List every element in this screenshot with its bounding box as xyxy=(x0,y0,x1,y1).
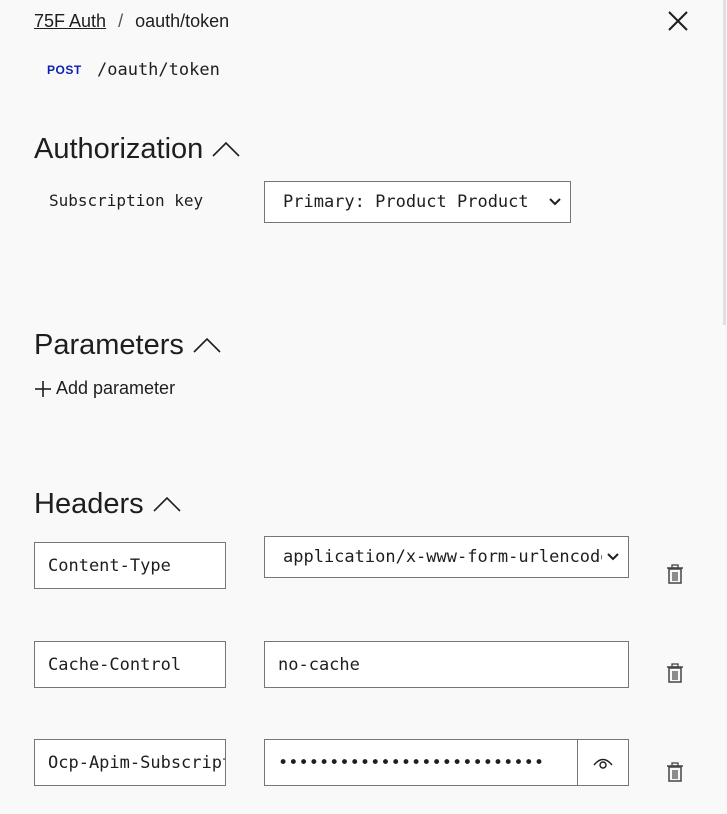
request-line: POST /oauth/token xyxy=(47,60,220,80)
plus-icon xyxy=(35,380,51,397)
add-parameter-button[interactable]: Add parameter xyxy=(34,378,175,399)
add-parameter-label: Add parameter xyxy=(56,378,176,398)
chevron-down-icon xyxy=(549,198,561,206)
header-name-value: Ocp-Apim-Subscription-Key xyxy=(48,752,225,773)
scrollbar[interactable] xyxy=(723,0,726,325)
subscription-key-label: Subscription key xyxy=(49,191,204,210)
chevron-up-icon xyxy=(211,133,241,166)
chevron-up-icon xyxy=(152,488,182,521)
chevron-up-icon xyxy=(192,329,222,362)
http-method-badge: POST xyxy=(47,63,82,77)
show-value-button[interactable] xyxy=(577,740,628,785)
breadcrumb: 75F Auth / oauth/token xyxy=(34,8,229,34)
header-name-value: Cache-Control xyxy=(48,654,182,675)
delete-header-button[interactable] xyxy=(666,762,684,782)
delete-header-button[interactable] xyxy=(666,663,684,683)
authorization-section-toggle[interactable]: Authorization xyxy=(34,133,241,166)
eye-icon xyxy=(593,758,613,769)
trash-icon xyxy=(667,762,683,782)
headers-section-toggle[interactable]: Headers xyxy=(34,488,182,521)
subscription-key-value: Primary: Product Product xyxy=(283,192,529,212)
subscription-key-select[interactable]: Primary: Product Product xyxy=(264,181,571,223)
breadcrumb-separator: / xyxy=(118,10,124,31)
close-button[interactable] xyxy=(664,7,692,35)
breadcrumb-current: oauth/token xyxy=(135,10,230,31)
header-value-select[interactable]: application/x-www-form-urlencoded xyxy=(264,536,629,578)
close-icon xyxy=(668,11,688,31)
trash-icon xyxy=(667,663,683,683)
parameters-title: Parameters xyxy=(34,329,184,361)
trash-icon xyxy=(667,564,683,584)
header-value-text: •••••••••••••••••••••••••• xyxy=(278,752,545,773)
header-name-input[interactable]: Ocp-Apim-Subscription-Key xyxy=(34,739,226,786)
header-name-input[interactable]: Content-Type xyxy=(34,542,226,589)
header-value-text: no-cache xyxy=(278,654,360,675)
breadcrumb-parent-link[interactable]: 75F Auth xyxy=(34,11,106,32)
chevron-down-icon xyxy=(607,553,619,561)
header-name-input[interactable]: Cache-Control xyxy=(34,641,226,688)
delete-header-button[interactable] xyxy=(666,564,684,584)
header-value-input[interactable]: no-cache xyxy=(264,641,629,688)
header-value-password-input[interactable]: •••••••••••••••••••••••••• xyxy=(264,739,629,786)
request-path: /oauth/token xyxy=(97,60,220,80)
header-value-text: application/x-www-form-urlencoded xyxy=(283,547,602,567)
headers-title: Headers xyxy=(34,488,144,520)
header-name-value: Content-Type xyxy=(48,555,171,576)
authorization-title: Authorization xyxy=(34,133,204,165)
parameters-section-toggle[interactable]: Parameters xyxy=(34,329,222,362)
